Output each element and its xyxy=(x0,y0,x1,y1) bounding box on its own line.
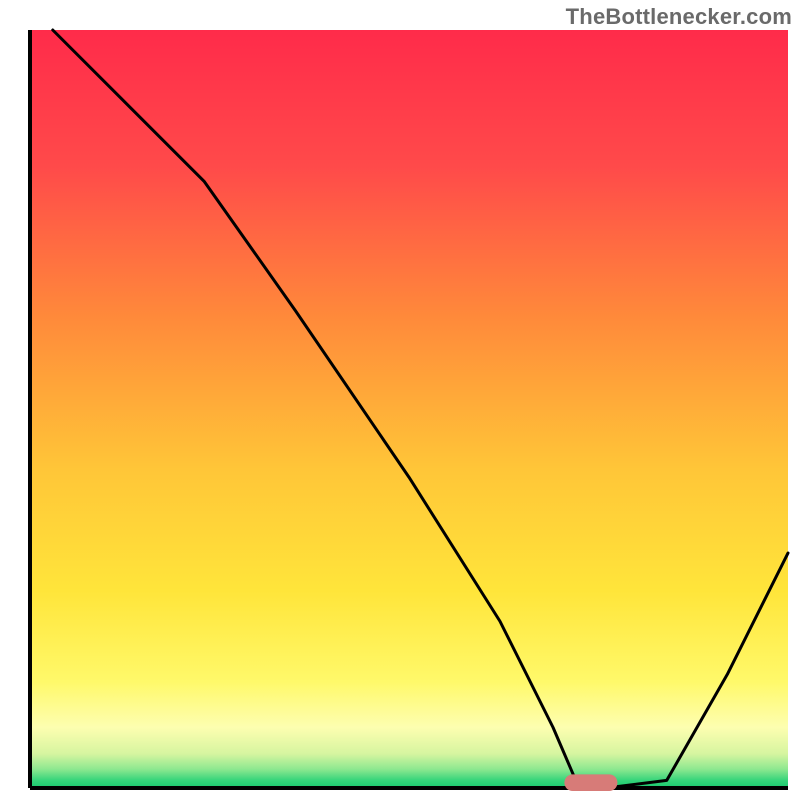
watermark-label: TheBottlenecker.com xyxy=(566,4,792,30)
bottleneck-chart xyxy=(0,0,800,800)
gradient-background xyxy=(30,30,788,788)
chart-frame: TheBottlenecker.com xyxy=(0,0,800,800)
optimal-marker xyxy=(564,774,617,791)
